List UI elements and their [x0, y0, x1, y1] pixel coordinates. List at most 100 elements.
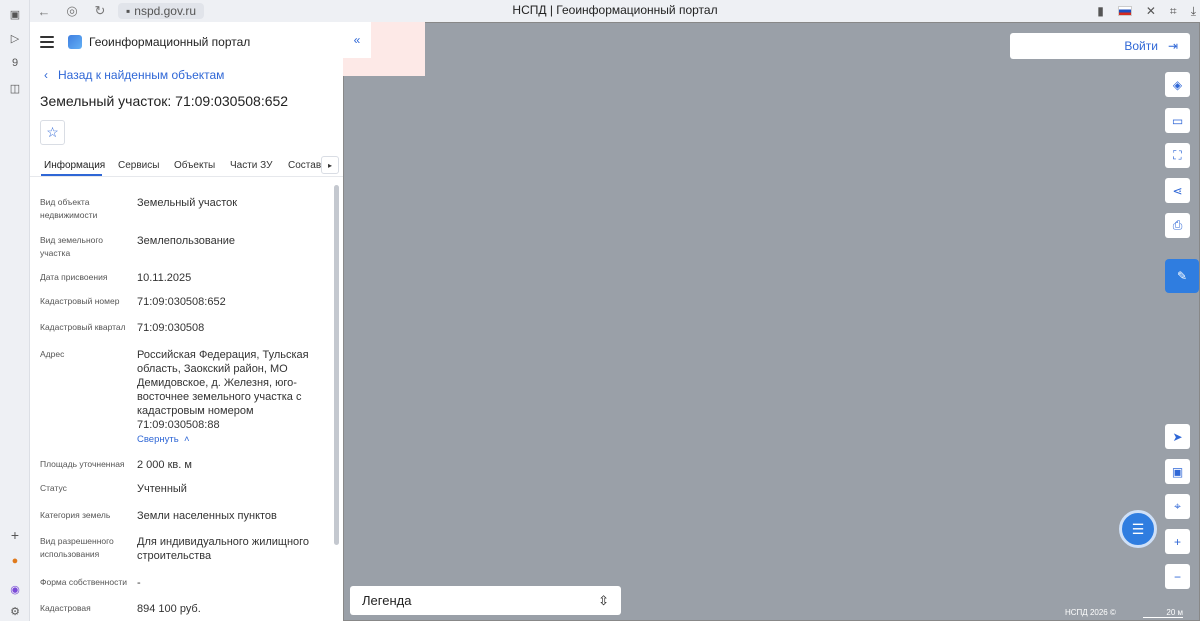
info-value: 2 000 кв. м	[137, 459, 192, 471]
camera-icon[interactable]: ◫	[7, 80, 23, 96]
minimap-icon: ▣	[1171, 464, 1184, 479]
tools-icon[interactable]: ✕	[1146, 4, 1156, 18]
info-label: Статус	[40, 483, 67, 493]
play-icon[interactable]: ▷	[7, 30, 23, 46]
share-icon: ⋖	[1172, 183, 1183, 198]
star-icon: ☆	[46, 124, 59, 140]
map-scale: 20 м	[1143, 608, 1183, 618]
info-value: Земельный участок	[137, 197, 238, 209]
info-label: Форма собственности	[40, 577, 127, 587]
draw-tool-button[interactable]: ✎	[1165, 259, 1199, 293]
sun-icon[interactable]: ●	[7, 553, 23, 569]
info-value: -	[137, 577, 141, 589]
tab-info[interactable]: Информация	[44, 160, 105, 171]
info-value: Учтенный	[137, 483, 187, 495]
info-label: Вид земельного участка	[40, 235, 104, 258]
print-button[interactable]: ⎙	[1165, 213, 1190, 238]
menu-icon[interactable]	[40, 36, 54, 48]
panel-scrollbar[interactable]	[334, 185, 340, 621]
info-value: Для индивидуального жилищного строительс…	[137, 536, 310, 562]
map-copyright: НСПД 2026 ©	[1065, 608, 1116, 617]
select-area-icon: ⛶	[1173, 148, 1182, 162]
zoom-out-button[interactable]: −	[1165, 564, 1190, 589]
translate-icon[interactable]: ⌗	[1170, 4, 1177, 19]
collapse-address-link[interactable]: Свернуть ˄	[137, 434, 190, 445]
satellite-map-image[interactable]	[343, 22, 1200, 621]
scrollbar-thumb[interactable]	[334, 185, 339, 545]
info-value: Землепользование	[137, 235, 236, 247]
tab-composition[interactable]: Состав	[288, 160, 321, 171]
chat-button[interactable]: ☰	[1119, 510, 1157, 548]
minus-icon: −	[1173, 569, 1181, 584]
browser-toolbar: ← ◎ ↻ ▪ nspd.gov.ru НСПД | Геоинформацио…	[30, 0, 1200, 22]
object-info-panel: Геоинформационный портал ‹ Назад к найде…	[30, 22, 343, 621]
info-value: 10.11.2025	[137, 272, 192, 284]
collapse-panel-button[interactable]: «	[343, 22, 371, 58]
search-location-icon: ⌖	[1174, 499, 1181, 513]
bookmark-icon[interactable]: ▮	[1097, 4, 1104, 18]
chevron-updown-icon: ⇳	[598, 592, 609, 608]
russia-flag-icon[interactable]	[1117, 6, 1132, 16]
info-value: Земли населенных пунктов	[137, 510, 277, 522]
chevron-up-icon: ˄	[181, 434, 190, 445]
info-label: Дата присвоения	[40, 272, 108, 282]
info-label: Категория земель	[40, 510, 111, 520]
address-bar[interactable]: ▪ nspd.gov.ru	[118, 3, 205, 19]
tab-services[interactable]: Сервисы	[118, 160, 159, 171]
browser-sidebar: ▣ ▷ 9 ◫ + ● ◉ ⚙	[0, 0, 30, 621]
layers-icon: ◈	[1172, 77, 1183, 92]
address-text: nspd.gov.ru	[134, 4, 197, 18]
tab-objects[interactable]: Объекты	[174, 160, 215, 171]
legend-label: Легенда	[362, 593, 412, 608]
info-label: Площадь уточненная	[40, 459, 125, 469]
navigation-arrow-icon: ➤	[1172, 429, 1183, 444]
tab-title: НСПД | Геоинформационный портал	[512, 3, 718, 17]
tabs-icon[interactable]: ▣	[7, 6, 23, 22]
login-label: Войти	[1124, 39, 1158, 53]
select-area-button[interactable]: ⛶	[1165, 143, 1190, 168]
info-label: Вид разрешенного использования	[40, 536, 114, 559]
share-button[interactable]: ⋖	[1165, 178, 1190, 203]
info-label: Кадастровая	[40, 603, 91, 613]
back-to-results-link[interactable]: ‹ Назад к найденным объектам	[44, 68, 224, 82]
locate-button[interactable]: ➤	[1165, 424, 1190, 449]
portal-logo	[68, 35, 82, 49]
info-label: Вид объекта недвижимости	[40, 197, 98, 220]
info-label: Кадастровый квартал	[40, 322, 126, 332]
rail-badge[interactable]: 9	[7, 55, 23, 71]
ruler-icon: ▭	[1171, 113, 1184, 128]
active-tab-indicator	[41, 174, 102, 176]
layers-button[interactable]: ◈	[1165, 72, 1190, 97]
add-icon[interactable]: +	[7, 527, 23, 543]
download-icon[interactable]: ⤓	[1191, 4, 1196, 19]
double-chevron-left-icon: «	[353, 33, 361, 47]
assistant-icon[interactable]: ◉	[7, 581, 23, 597]
chat-icon: ☰	[1131, 520, 1145, 537]
search-location-button[interactable]: ⌖	[1165, 494, 1190, 519]
legend-dropdown[interactable]: Легенда ⇳	[350, 586, 621, 615]
zoom-in-button[interactable]: +	[1165, 529, 1190, 554]
tab-parts[interactable]: Части ЗУ	[230, 160, 272, 171]
map-view[interactable]: « Войти ⇥ ◈ ▭ ⛶ ⋖ ⎙ ✎ ➤ ▣ ⌖ + − ☰ Легенд…	[343, 22, 1200, 621]
login-button[interactable]: Войти ⇥	[1010, 33, 1190, 59]
plus-icon: +	[1173, 534, 1181, 549]
favorite-star-button[interactable]: ☆	[40, 120, 65, 145]
address-value: Российская Федерация, Тульская область, …	[137, 349, 309, 431]
chevron-left-icon: ‹	[44, 68, 48, 82]
back-link-label: Назад к найденным объектам	[58, 68, 225, 82]
extension-icon[interactable]: ◎	[58, 0, 86, 22]
app-title: Геоинформационный портал	[89, 35, 251, 49]
info-tabs: Информация Сервисы Объекты Части ЗУ Сост…	[30, 153, 343, 177]
back-arrow-icon[interactable]: ←	[30, 0, 58, 22]
collapse-label: Свернуть	[137, 434, 179, 445]
info-label: Кадастровый номер	[40, 296, 120, 306]
tabs-scroll-right-button[interactable]: ▸	[321, 156, 339, 174]
draw-icon: ✎	[1176, 269, 1188, 283]
lock-icon: ▪	[126, 4, 131, 18]
ruler-button[interactable]: ▭	[1165, 108, 1190, 133]
minimap-button[interactable]: ▣	[1165, 459, 1190, 484]
settings-icon[interactable]: ⚙	[7, 603, 23, 619]
reload-icon[interactable]: ↻	[86, 0, 114, 22]
info-value: 71:09:030508	[137, 322, 205, 334]
info-label: Адрес	[40, 349, 65, 359]
